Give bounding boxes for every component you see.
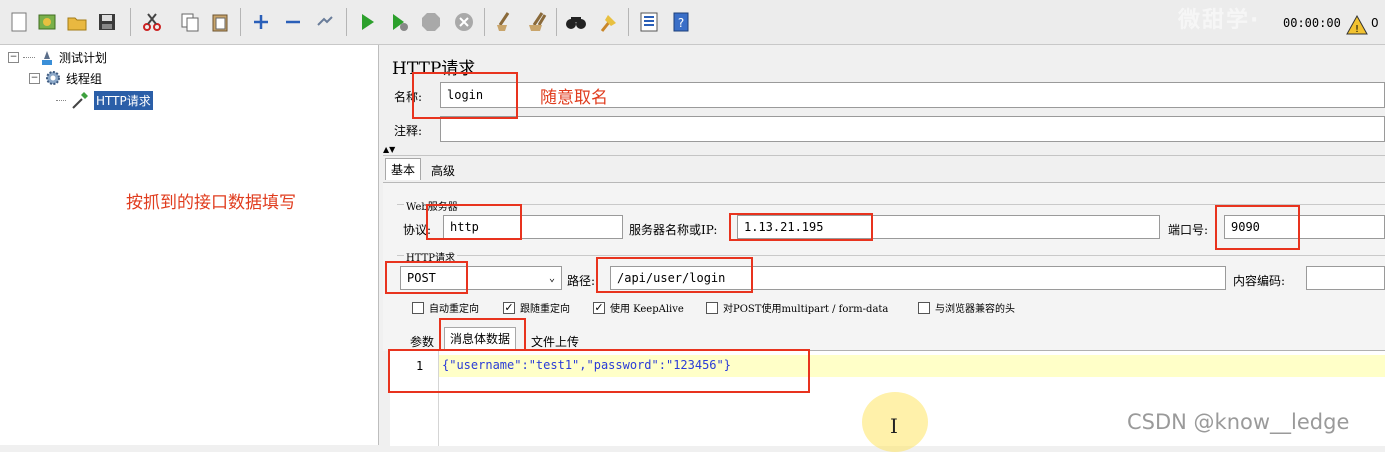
checkbox-multipart[interactable]: 对POST使用multipart / form-data: [706, 300, 888, 315]
encoding-label: 内容编码:: [1233, 274, 1286, 288]
checkbox-box[interactable]: ✓: [593, 301, 605, 314]
toggle-icon[interactable]: [312, 9, 338, 35]
tab-advanced[interactable]: 高级: [426, 160, 460, 181]
server-label: 服务器名称或IP:: [629, 223, 718, 237]
tree-label-test-plan: 测试计划: [59, 51, 108, 65]
comment-label: 注释:: [394, 124, 423, 138]
highlight-path: [596, 257, 753, 293]
help-icon[interactable]: ?: [668, 9, 694, 35]
tree-label-http-request: HTTP请求: [94, 90, 153, 110]
highlight-method: [385, 261, 468, 294]
annotation-fill-hint: 按抓到的接口数据填写: [126, 193, 296, 213]
clear-all-icon[interactable]: [524, 9, 550, 35]
expand-icon[interactable]: [248, 9, 274, 35]
start-icon[interactable]: [354, 9, 380, 35]
highlight-protocol: [426, 204, 522, 240]
tree-node-thread-group[interactable]: − 线程组: [29, 69, 102, 87]
checkbox-keepalive[interactable]: ✓ 使用 KeepAlive: [593, 300, 684, 315]
text-cursor-icon: I: [890, 414, 898, 438]
start-no-pause-icon[interactable]: [386, 9, 412, 35]
watermark-top: 微甜学·: [1178, 8, 1261, 33]
highlight-port: [1215, 205, 1300, 250]
collapse-icon[interactable]: [280, 9, 306, 35]
checkbox-label: 自动重定向: [429, 304, 479, 315]
checkbox-box[interactable]: [918, 301, 930, 314]
checkbox-label: 使用 KeepAlive: [610, 304, 684, 315]
toolbar: ? 微甜学· 00:00:00 ! 0: [0, 0, 1385, 45]
paste-icon[interactable]: [207, 9, 233, 35]
tree-label-thread-group: 线程组: [66, 71, 103, 86]
checkbox-box[interactable]: [706, 301, 718, 314]
function-helper-icon[interactable]: [636, 9, 662, 35]
checkbox-auto-redirect[interactable]: 自动重定向: [412, 300, 479, 315]
highlight-server: [729, 213, 873, 241]
annotation-name-hint: 随意取名: [540, 88, 608, 108]
checkbox-label: 对POST使用multipart / form-data: [723, 304, 889, 315]
encoding-field[interactable]: [1306, 266, 1385, 290]
save-icon[interactable]: [94, 9, 120, 35]
highlight-body-tab: [439, 318, 526, 351]
tree-node-test-plan[interactable]: − 测试计划: [8, 49, 107, 66]
chevron-down-icon: ⌄: [548, 272, 555, 284]
templates-icon[interactable]: [34, 9, 60, 35]
copy-icon[interactable]: [177, 9, 203, 35]
checkbox-label: 与浏览器兼容的头: [935, 304, 1015, 315]
collapse-toggle[interactable]: −: [8, 52, 19, 63]
reset-search-icon[interactable]: [596, 9, 622, 35]
gear-icon: [46, 71, 60, 85]
tab-basic[interactable]: 基本: [385, 158, 422, 180]
warning-icon[interactable]: !: [1344, 12, 1370, 38]
open-icon[interactable]: [64, 9, 90, 35]
new-icon[interactable]: [6, 9, 32, 35]
splitter-arrows[interactable]: ▲▼: [383, 145, 395, 154]
stop-icon[interactable]: [418, 9, 444, 35]
search-icon[interactable]: [563, 9, 589, 35]
port-label: 端口号:: [1168, 223, 1209, 237]
highlight-body: [388, 349, 810, 393]
checkbox-browser-headers[interactable]: 与浏览器兼容的头: [918, 300, 1015, 315]
test-plan-tree: − 测试计划 − 线程组 HTTP请求: [0, 45, 379, 445]
shutdown-icon[interactable]: [451, 9, 477, 35]
tree-node-http-request[interactable]: HTTP请求: [56, 90, 153, 110]
cut-icon[interactable]: [139, 9, 165, 35]
checkbox-box[interactable]: ✓: [503, 301, 515, 314]
collapse-toggle[interactable]: −: [29, 72, 40, 84]
pipette-icon: [72, 92, 88, 109]
checkbox-follow-redirect[interactable]: ✓ 跟随重定向: [503, 300, 570, 315]
warning-count: 0: [1371, 16, 1379, 30]
checkbox-box[interactable]: [412, 301, 424, 314]
csdn-watermark: CSDN @know__ledge: [1127, 410, 1350, 434]
elapsed-timer: 00:00:00: [1283, 16, 1341, 30]
clear-icon[interactable]: [492, 9, 518, 35]
checkbox-label: 跟随重定向: [520, 304, 570, 315]
svg-text:?: ?: [678, 16, 684, 30]
highlight-name: [412, 72, 518, 119]
test-plan-icon: [42, 50, 52, 65]
svg-text:!: !: [1355, 24, 1359, 35]
comment-field[interactable]: [440, 116, 1385, 142]
path-label: 路径:: [567, 274, 596, 288]
